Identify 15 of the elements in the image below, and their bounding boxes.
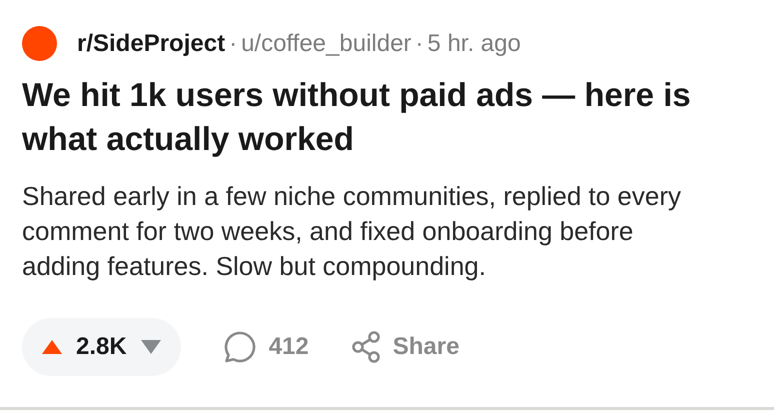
separator-dot: · <box>415 30 424 58</box>
separator-dot: · <box>229 30 238 58</box>
share-icon <box>350 331 381 363</box>
upvote-button[interactable] <box>42 340 62 354</box>
community-avatar[interactable] <box>22 26 57 61</box>
vote-count: 2.8K <box>76 333 127 361</box>
author-name[interactable]: u/coffee_builder <box>241 30 412 58</box>
downvote-button[interactable] <box>140 340 161 354</box>
comments-button[interactable]: 412 <box>222 330 309 364</box>
speech-bubble-icon <box>222 330 257 364</box>
post-body: Shared early in a few niche communities, replied to every comment for two weeks, and fixed onboarding before adding features. Slow but compounding. <box>22 180 682 283</box>
share-button[interactable]: Share <box>350 331 460 363</box>
community-name[interactable]: r/SideProject <box>77 30 226 58</box>
post-title[interactable]: We hit 1k users without paid ads — here is what actually worked <box>22 73 752 161</box>
post-time: 5 hr. ago <box>427 30 521 58</box>
